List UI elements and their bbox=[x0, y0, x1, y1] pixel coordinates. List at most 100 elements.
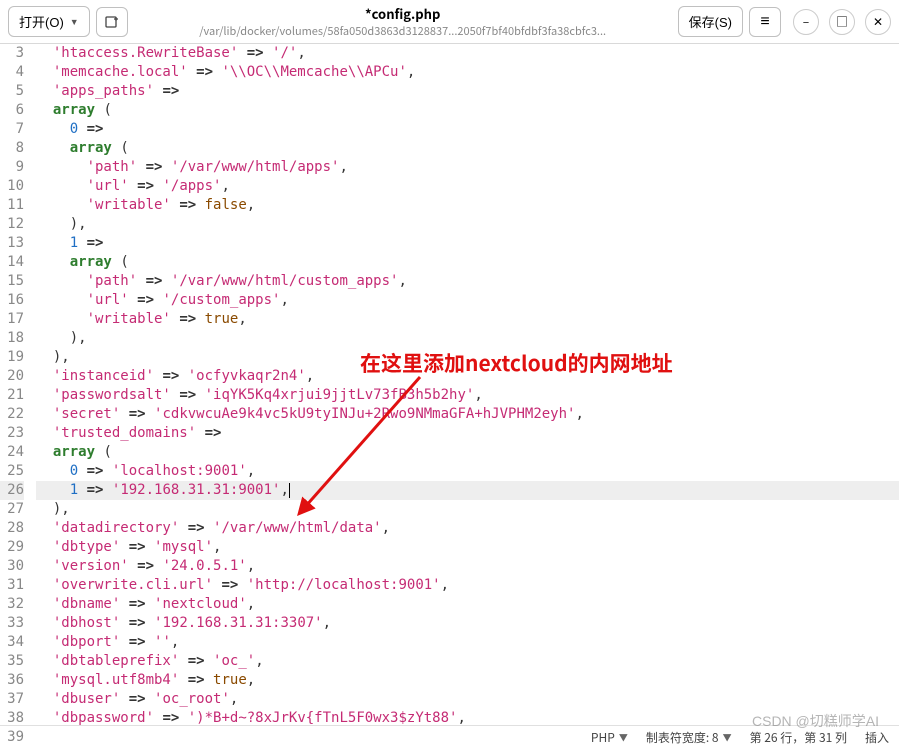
line-number: 22 bbox=[0, 405, 24, 424]
code-area[interactable]: 'htaccess.RewriteBase' => '/', 'memcache… bbox=[32, 44, 899, 725]
line-number: 20 bbox=[0, 367, 24, 386]
line-number: 26 bbox=[0, 481, 24, 500]
line-number: 8 bbox=[0, 139, 24, 158]
hamburger-icon: ≡ bbox=[760, 14, 769, 30]
code-line[interactable]: 'htaccess.RewriteBase' => '/', bbox=[36, 44, 899, 63]
close-button[interactable]: ✕ bbox=[865, 9, 891, 35]
code-line[interactable]: array ( bbox=[36, 253, 899, 272]
code-line[interactable]: 'passwordsalt' => 'iqYK5Kq4xrjui9jjtLv73… bbox=[36, 386, 899, 405]
close-icon: ✕ bbox=[873, 13, 883, 30]
line-number: 11 bbox=[0, 196, 24, 215]
line-number: 3 bbox=[0, 44, 24, 63]
filename: *config.php bbox=[134, 4, 672, 23]
line-number: 28 bbox=[0, 519, 24, 538]
code-line[interactable]: ), bbox=[36, 348, 899, 367]
status-language[interactable]: PHP ▼ bbox=[591, 729, 628, 746]
code-line[interactable]: 'secret' => 'cdkvwcuAe9k4vc5kU9tyINJu+2R… bbox=[36, 405, 899, 424]
code-line[interactable]: 1 => bbox=[36, 234, 899, 253]
code-line[interactable]: 'overwrite.cli.url' => 'http://localhost… bbox=[36, 576, 899, 595]
line-number: 29 bbox=[0, 538, 24, 557]
line-number: 5 bbox=[0, 82, 24, 101]
line-number: 35 bbox=[0, 652, 24, 671]
status-tabwidth[interactable]: 制表符宽度: 8 ▼ bbox=[646, 729, 732, 746]
line-number: 37 bbox=[0, 690, 24, 709]
line-number: 24 bbox=[0, 443, 24, 462]
code-line[interactable]: 'instanceid' => 'ocfyvkaqr2n4', bbox=[36, 367, 899, 386]
line-number: 33 bbox=[0, 614, 24, 633]
line-number: 36 bbox=[0, 671, 24, 690]
line-number: 25 bbox=[0, 462, 24, 481]
chevron-down-icon: ▼ bbox=[70, 17, 79, 27]
new-tab-button[interactable] bbox=[96, 7, 128, 37]
line-number: 21 bbox=[0, 386, 24, 405]
code-line[interactable]: 'dbpassword' => ')*B+d~?8xJrKv{fTnL5F0wx… bbox=[36, 709, 899, 725]
save-button[interactable]: 保存(S) bbox=[678, 6, 743, 37]
code-line[interactable]: 'apps_paths' => bbox=[36, 82, 899, 101]
code-line[interactable]: ), bbox=[36, 500, 899, 519]
line-gutter: 3456789101112131415161718192021222324252… bbox=[0, 44, 32, 725]
titlebar: 打开(O) ▼ *config.php /var/lib/docker/volu… bbox=[0, 0, 899, 44]
status-position: 第 26 行，第 31 列 bbox=[750, 729, 847, 746]
code-line[interactable]: 'writable' => true, bbox=[36, 310, 899, 329]
status-mode: 插入 bbox=[865, 729, 889, 746]
line-number: 15 bbox=[0, 272, 24, 291]
code-line[interactable]: ), bbox=[36, 329, 899, 348]
line-number: 32 bbox=[0, 595, 24, 614]
code-line[interactable]: 'dbhost' => '192.168.31.31:3307', bbox=[36, 614, 899, 633]
code-line[interactable]: 'dbport' => '', bbox=[36, 633, 899, 652]
line-number: 10 bbox=[0, 177, 24, 196]
window-controls: – □ ✕ bbox=[793, 9, 891, 35]
code-line[interactable]: 'datadirectory' => '/var/www/html/data', bbox=[36, 519, 899, 538]
line-number: 6 bbox=[0, 101, 24, 120]
line-number: 18 bbox=[0, 329, 24, 348]
statusbar: PHP ▼ 制表符宽度: 8 ▼ 第 26 行，第 31 列 插入 bbox=[0, 725, 899, 749]
menu-button[interactable]: ≡ bbox=[749, 7, 781, 37]
code-line[interactable]: 'dbuser' => 'oc_root', bbox=[36, 690, 899, 709]
line-number: 12 bbox=[0, 215, 24, 234]
chevron-down-icon: ▼ bbox=[723, 731, 732, 744]
line-number: 13 bbox=[0, 234, 24, 253]
code-line[interactable]: 'path' => '/var/www/html/apps', bbox=[36, 158, 899, 177]
code-line[interactable]: 'trusted_domains' => bbox=[36, 424, 899, 443]
code-line[interactable]: 'version' => '24.0.5.1', bbox=[36, 557, 899, 576]
minimize-icon: – bbox=[803, 13, 809, 30]
code-line[interactable]: array ( bbox=[36, 101, 899, 120]
chevron-down-icon: ▼ bbox=[619, 731, 628, 744]
line-number: 7 bbox=[0, 120, 24, 139]
line-number: 31 bbox=[0, 576, 24, 595]
code-line[interactable]: 'url' => '/apps', bbox=[36, 177, 899, 196]
open-button[interactable]: 打开(O) ▼ bbox=[8, 6, 90, 37]
code-line[interactable]: 'dbname' => 'nextcloud', bbox=[36, 595, 899, 614]
code-line[interactable]: 0 => bbox=[36, 120, 899, 139]
line-number: 39 bbox=[0, 728, 24, 747]
line-number: 34 bbox=[0, 633, 24, 652]
line-number: 38 bbox=[0, 709, 24, 728]
open-label: 打开(O) bbox=[19, 12, 64, 31]
line-number: 23 bbox=[0, 424, 24, 443]
code-line[interactable]: ), bbox=[36, 215, 899, 234]
code-line[interactable]: 'memcache.local' => '\\OC\\Memcache\\APC… bbox=[36, 63, 899, 82]
code-line[interactable]: array ( bbox=[36, 139, 899, 158]
code-line[interactable]: array ( bbox=[36, 443, 899, 462]
line-number: 16 bbox=[0, 291, 24, 310]
code-line[interactable]: 1 => '192.168.31.31:9001', bbox=[36, 481, 899, 500]
line-number: 27 bbox=[0, 500, 24, 519]
line-number: 30 bbox=[0, 557, 24, 576]
code-line[interactable]: 'mysql.utf8mb4' => true, bbox=[36, 671, 899, 690]
line-number: 17 bbox=[0, 310, 24, 329]
maximize-button[interactable]: □ bbox=[829, 9, 855, 35]
code-line[interactable]: 0 => 'localhost:9001', bbox=[36, 462, 899, 481]
filepath: /var/lib/docker/volumes/58fa050d3863d312… bbox=[134, 23, 672, 39]
editor[interactable]: 3456789101112131415161718192021222324252… bbox=[0, 44, 899, 725]
code-line[interactable]: 'writable' => false, bbox=[36, 196, 899, 215]
code-line[interactable]: 'path' => '/var/www/html/custom_apps', bbox=[36, 272, 899, 291]
line-number: 14 bbox=[0, 253, 24, 272]
minimize-button[interactable]: – bbox=[793, 9, 819, 35]
line-number: 4 bbox=[0, 63, 24, 82]
new-tab-icon bbox=[104, 14, 120, 30]
save-label: 保存(S) bbox=[689, 12, 732, 31]
code-line[interactable]: 'dbtableprefix' => 'oc_', bbox=[36, 652, 899, 671]
code-line[interactable]: 'dbtype' => 'mysql', bbox=[36, 538, 899, 557]
code-line[interactable]: 'url' => '/custom_apps', bbox=[36, 291, 899, 310]
maximize-icon: □ bbox=[836, 13, 848, 30]
